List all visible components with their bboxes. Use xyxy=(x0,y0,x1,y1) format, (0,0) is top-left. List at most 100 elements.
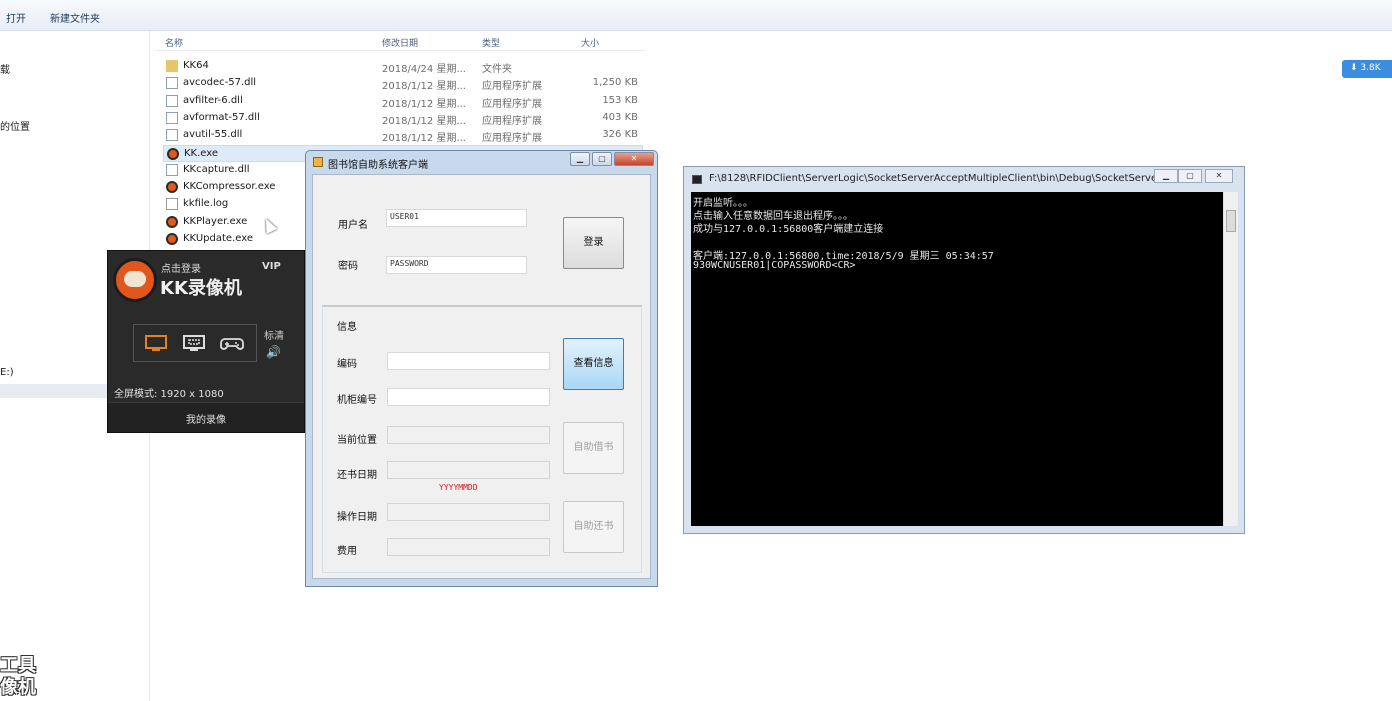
fee-label: 费用 xyxy=(337,546,357,557)
game-mode-icon[interactable] xyxy=(220,333,244,353)
current-location-field[interactable] xyxy=(387,426,550,444)
close-button[interactable]: ✕ xyxy=(614,152,654,166)
download-arrow-icon: ⬇ xyxy=(1350,63,1361,73)
file-name: avcodec-57.dll xyxy=(183,77,257,89)
nav-item-recent[interactable]: 的位置 xyxy=(0,118,30,133)
dll-icon xyxy=(166,94,178,107)
current-location-label: 当前位置 xyxy=(337,435,377,446)
console-output[interactable]: 开启监听。。。 点击输入任意数据回车退出程序。。。 成功与127.0.0.1:5… xyxy=(691,192,1223,526)
column-header-divider xyxy=(155,50,645,51)
file-date: 2018/4/24 星期... xyxy=(382,64,466,75)
folder-icon xyxy=(166,60,178,72)
file-name: KK.exe xyxy=(184,147,219,159)
download-speed: 3.8K xyxy=(1360,63,1381,73)
watermark-line-2: 像机 xyxy=(0,677,36,698)
region-mode-icon[interactable] xyxy=(182,333,206,353)
info-group-title: 信息 xyxy=(337,322,357,333)
self-return-button[interactable]: 自助还书 xyxy=(563,501,624,553)
cabinet-number-field[interactable] xyxy=(387,388,550,406)
speaker-icon[interactable]: 🔊 xyxy=(266,345,281,359)
console-maximize-button[interactable]: ▢ xyxy=(1178,169,1202,183)
explorer-toolbar: 打开 新建文件夹 xyxy=(0,0,1392,31)
file-name: KK64 xyxy=(183,60,209,71)
fee-field[interactable] xyxy=(387,538,550,556)
file-row[interactable]: avfilter-6.dll 2018/1/12 星期... 应用程序扩展 153 K… xyxy=(163,93,643,110)
maximize-icon: ▢ xyxy=(1186,171,1194,180)
console-title: F:\8128\RFIDClient\ServerLogic\SocketSer… xyxy=(709,173,1159,184)
file-row[interactable]: avutil-55.dll 2018/1/12 星期... 应用程序扩展 326 KB xyxy=(163,127,643,144)
operation-date-field[interactable] xyxy=(387,503,550,521)
file-type: 文件夹 xyxy=(482,64,512,75)
username-label: 用户名 xyxy=(338,220,368,231)
file-name: avformat-57.dll xyxy=(183,111,260,123)
file-type: 应用程序扩展 xyxy=(482,133,542,145)
console-scrollbar[interactable] xyxy=(1223,192,1238,526)
column-header-size[interactable]: 大小 xyxy=(581,36,599,50)
column-header-type[interactable]: 类型 xyxy=(482,36,500,50)
file-date: 2018/1/12 星期... xyxy=(382,98,466,110)
dll-icon xyxy=(166,77,178,90)
maximize-button[interactable]: ▢ xyxy=(592,152,612,166)
fullscreen-mode-icon[interactable] xyxy=(144,333,168,353)
console-minimize-button[interactable]: ▁ xyxy=(1154,169,1178,183)
library-client-titlebar[interactable]: 图书馆自助系统客户端 ▁ ▢ ✕ xyxy=(306,151,657,173)
console-close-button[interactable]: ✕ xyxy=(1205,169,1233,183)
column-header-name[interactable]: 名称 xyxy=(165,36,183,50)
kk-mode-selector xyxy=(133,324,257,362)
close-icon: ✕ xyxy=(1215,171,1223,180)
new-folder-button[interactable]: 新建文件夹 xyxy=(50,10,100,25)
watermark: 工具 像机 xyxy=(0,655,60,701)
download-speed-badge[interactable]: ⬇ 3.8K xyxy=(1342,60,1392,78)
kk-quality-label[interactable]: 标清 xyxy=(264,327,284,342)
kk-login-link[interactable]: 点击登录 xyxy=(161,260,201,275)
file-type: 应用程序扩展 xyxy=(482,98,542,110)
maximize-icon: ▢ xyxy=(598,154,606,163)
kk-exe-icon xyxy=(167,147,179,160)
kk-recorder-panel: 点击登录 VIP KK录像机 标清 🔊 全屏模式: 1920 x 1080 我的… xyxy=(107,250,305,433)
nav-item-drive-e[interactable]: E:) xyxy=(0,367,14,378)
scrollbar-thumb[interactable] xyxy=(1226,210,1236,232)
file-type: 应用程序扩展 xyxy=(482,81,542,93)
file-type: 应用程序扩展 xyxy=(482,115,542,127)
file-name: KKPlayer.exe xyxy=(183,215,248,227)
library-client-body: 用户名 USER01 密码 PASSWORD 登录 信息 编码 机柜编号 当前位… xyxy=(312,174,651,579)
file-size: 153 KB xyxy=(602,94,638,106)
my-recordings-button[interactable]: 我的录像 xyxy=(108,411,304,426)
console-icon xyxy=(692,175,702,184)
minimize-button[interactable]: ▁ xyxy=(570,152,590,166)
query-info-button[interactable]: 查看信息 xyxy=(563,338,624,390)
self-borrow-button[interactable]: 自助借书 xyxy=(563,422,624,474)
file-row[interactable]: avformat-57.dll 2018/1/12 星期... 应用程序扩展 403 … xyxy=(163,110,643,127)
file-name: KKcapture.dll xyxy=(183,163,250,175)
file-name: KKUpdate.exe xyxy=(183,233,253,244)
open-button[interactable]: 打开 xyxy=(6,10,26,25)
console-line: 930WCNUSER01|COPASSWORD<CR> xyxy=(693,260,856,271)
kk-exe-icon xyxy=(166,181,178,194)
kk-exe-icon xyxy=(166,215,178,228)
file-name: KKCompressor.exe xyxy=(183,181,276,193)
watermark-line-1: 工具 xyxy=(0,655,36,676)
code-field[interactable] xyxy=(387,352,550,370)
username-field[interactable]: USER01 xyxy=(386,209,527,227)
column-header-modified[interactable]: 修改日期 xyxy=(382,36,418,50)
password-field[interactable]: PASSWORD xyxy=(386,256,527,274)
file-row[interactable]: avcodec-57.dll 2018/1/12 星期... 应用程序扩展 1,250… xyxy=(163,75,643,92)
file-name: avutil-55.dll xyxy=(183,129,243,141)
kk-status-text: 全屏模式: 1920 x 1080 xyxy=(114,389,224,400)
cabinet-number-label: 机柜编号 xyxy=(337,395,377,406)
file-size: 403 KB xyxy=(602,111,638,123)
code-label: 编码 xyxy=(337,359,357,370)
file-row[interactable]: KK64 2018/4/24 星期... 文件夹 xyxy=(163,58,643,75)
close-icon: ✕ xyxy=(630,154,638,163)
nav-item-downloads[interactable]: 载 xyxy=(0,61,10,76)
return-date-field[interactable] xyxy=(387,461,550,479)
date-format-hint: YYYYMMDD xyxy=(439,483,478,492)
kk-vip-badge[interactable]: VIP xyxy=(262,261,281,272)
kk-bottom-bar: 我的录像 xyxy=(108,402,304,432)
log-icon xyxy=(166,198,178,211)
password-label: 密码 xyxy=(338,261,358,272)
console-window: F:\8128\RFIDClient\ServerLogic\SocketSer… xyxy=(683,166,1245,534)
file-name: avfilter-6.dll xyxy=(183,94,243,106)
login-button[interactable]: 登录 xyxy=(563,217,624,269)
console-line: 成功与127.0.0.1:56800客户端建立连接 xyxy=(693,224,884,235)
